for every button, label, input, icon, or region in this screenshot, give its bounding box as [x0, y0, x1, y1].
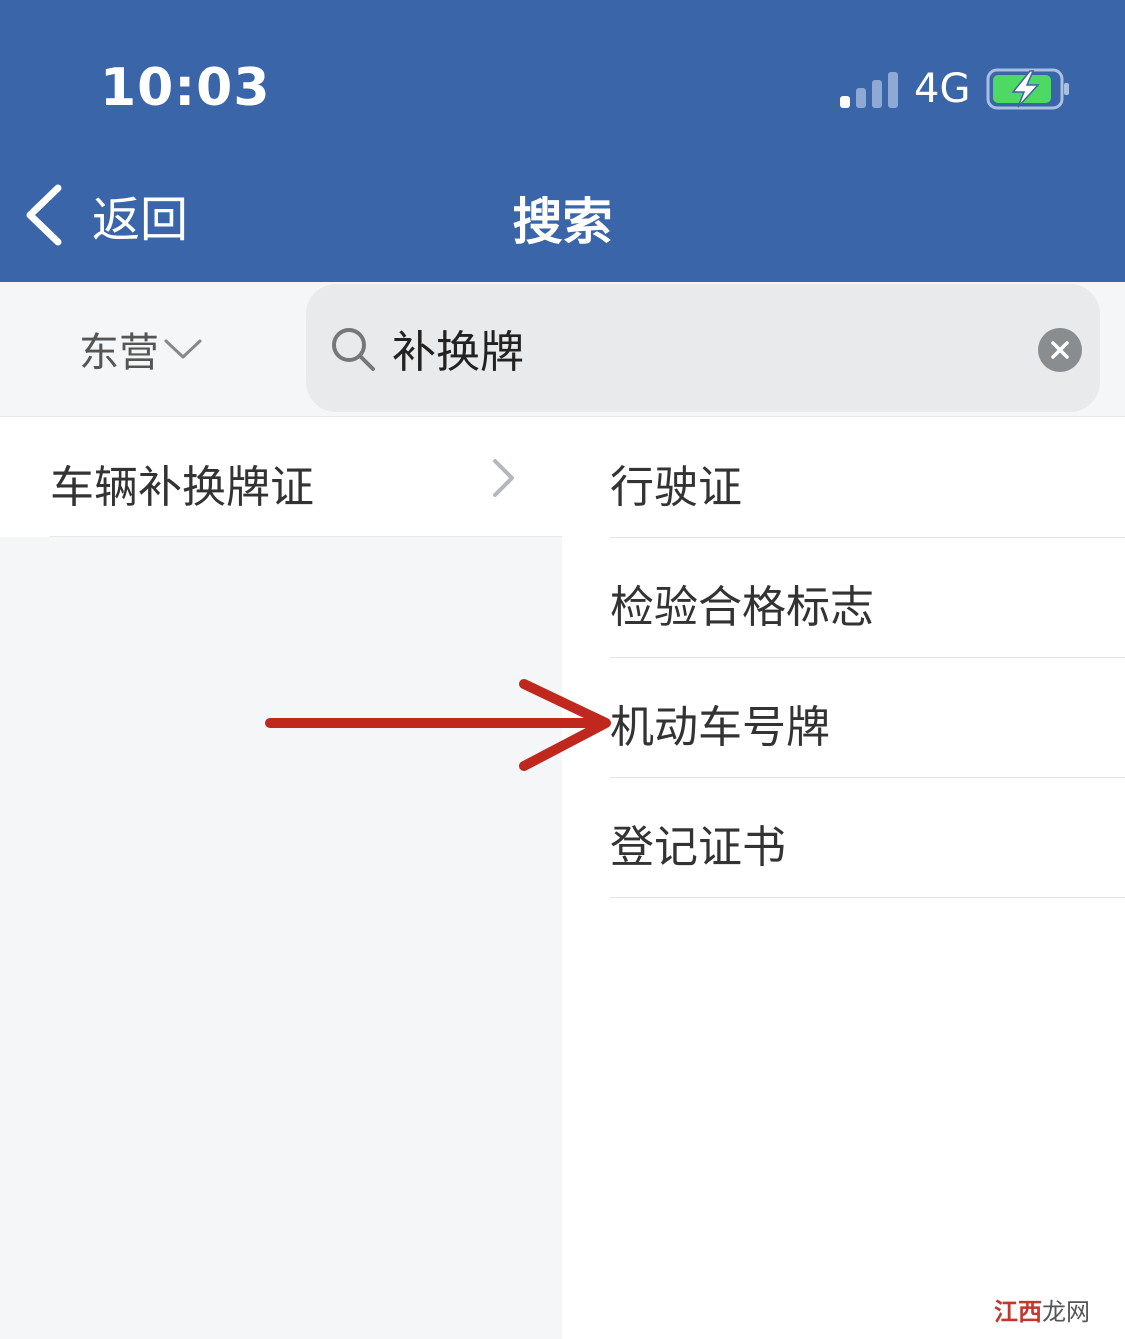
clear-button[interactable]	[1038, 328, 1082, 372]
search-box	[306, 284, 1100, 412]
network-type: 4G	[914, 66, 971, 112]
status-time: 10:03	[100, 58, 271, 118]
result-list: 行驶证 检验合格标志 机动车号牌 登记证书	[562, 417, 1125, 1339]
list-item[interactable]: 行驶证	[610, 417, 1125, 538]
watermark-rest: 龙网	[1042, 1298, 1090, 1326]
signal-bars-icon	[840, 72, 898, 108]
list-item-label: 行驶证	[610, 462, 742, 513]
list-item-label: 检验合格标志	[610, 582, 874, 633]
battery-charging-icon	[986, 68, 1069, 110]
watermark-accent: 江西	[994, 1298, 1042, 1326]
chevron-right-icon	[493, 459, 514, 497]
red-arrow-icon	[265, 679, 611, 771]
watermark: 江西龙网	[988, 1290, 1096, 1329]
search-bar: 东营	[0, 282, 1125, 417]
category-list: 车辆补换牌证	[0, 417, 562, 1339]
city-label: 东营	[79, 330, 159, 376]
list-item[interactable]: 机动车号牌	[610, 657, 1125, 778]
city-selector[interactable]: 东营	[0, 282, 282, 416]
close-icon	[1051, 341, 1069, 359]
page-title: 搜索	[512, 193, 613, 251]
category-item-selected[interactable]: 车辆补换牌证	[0, 417, 562, 537]
search-input[interactable]	[392, 312, 992, 384]
search-icon	[332, 328, 375, 371]
list-item-label: 机动车号牌	[610, 702, 830, 753]
divider	[50, 536, 562, 537]
list-item[interactable]: 检验合格标志	[610, 537, 1125, 658]
nav-header: 10:03 4G 返回 搜索	[0, 0, 1125, 282]
category-item-label: 车辆补换牌证	[50, 462, 314, 513]
list-item-label: 登记证书	[610, 822, 786, 873]
list-item[interactable]: 登记证书	[610, 777, 1125, 898]
chevron-down-icon	[164, 339, 202, 359]
